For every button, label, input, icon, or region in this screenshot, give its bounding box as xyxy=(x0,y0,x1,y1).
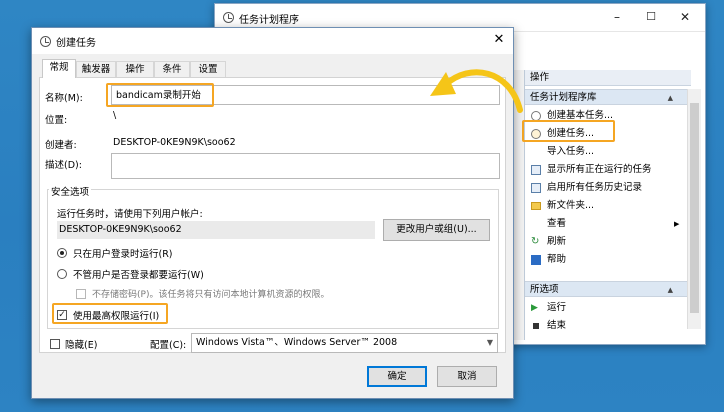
tab-general[interactable]: 常规 xyxy=(42,59,76,78)
annotation-arrow-icon xyxy=(430,69,523,113)
security-options-label: 安全选项 xyxy=(49,184,92,198)
